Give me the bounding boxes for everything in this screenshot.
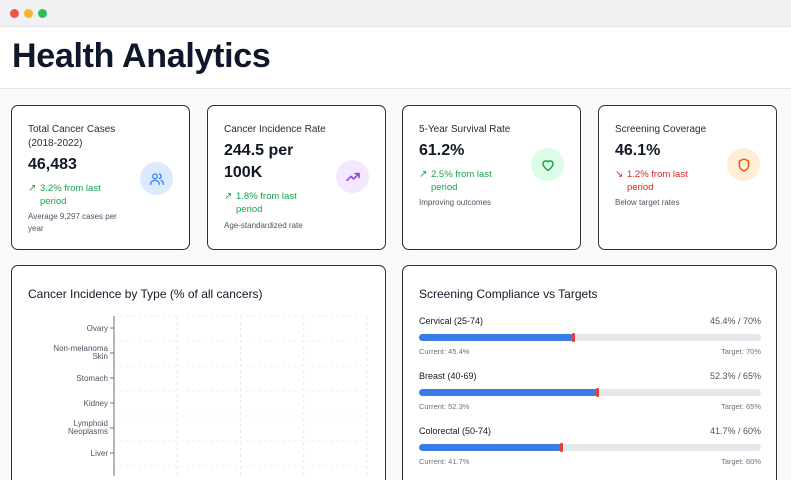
progress-fill: [419, 334, 575, 341]
stat-value: 46,483: [28, 156, 77, 173]
window-title-bar: [0, 0, 791, 27]
compliance-name: Cervical (25-74): [419, 316, 484, 326]
panel-title: Screening Compliance vs Targets: [419, 287, 598, 301]
stat-label: Screening Coverage: [615, 124, 707, 135]
stat-value: 61.2%: [419, 142, 465, 159]
target-label: Target: 65%: [720, 402, 761, 411]
compliance-value: 41.7% / 60%: [709, 426, 761, 436]
stat-trend: ↗ 1.8% from last period: [224, 190, 324, 216]
screening-compliance-panel: Screening Compliance vs Targets Cervical…: [402, 265, 777, 480]
progress-track: [419, 333, 761, 342]
stat-trend: ↗ 3.2% from last period: [28, 182, 128, 208]
stat-trend: ↗ 2.5% from last period: [419, 168, 519, 194]
target-label: Target: 60%: [720, 457, 761, 466]
category-label: Ovary: [87, 324, 108, 333]
stat-card-screening-coverage: Screening Coverage 46.1% ↘ 1.2% from las…: [598, 105, 777, 250]
incidence-bar-chart: Ovary Non-melanoma Skin Stomach Kidney Lympho…: [53, 315, 368, 476]
target-label: Target: 70%: [720, 347, 761, 356]
compliance-value: 52.3% / 65%: [709, 371, 761, 381]
heart-icon: [531, 148, 564, 181]
users-icon: [140, 162, 173, 195]
target-marker: [572, 333, 576, 342]
minimize-window-button[interactable]: [24, 9, 33, 18]
maximize-window-button[interactable]: [38, 9, 47, 18]
stat-value: 244.5 per 100K: [224, 142, 294, 181]
trending-up-icon: [336, 160, 369, 193]
current-label: Current: 41.7%: [419, 457, 470, 466]
compliance-row: Colorectal (50-74) 41.7% / 60% Current: …: [419, 426, 761, 466]
progress-track: [419, 388, 761, 397]
compliance-name: Breast (40-69): [419, 371, 477, 381]
dashboard-content: Total Cancer Cases (2018-2022) 46,483 ↗ …: [0, 89, 791, 480]
compliance-value: 45.4% / 70%: [709, 316, 761, 326]
category-label: Kidney: [84, 399, 108, 408]
progress-fill: [419, 444, 562, 451]
target-marker: [559, 443, 563, 452]
category-label: Stomach: [76, 374, 108, 383]
stat-note: Age-standardized rate: [224, 221, 303, 230]
stat-note: Below target rates: [615, 198, 680, 207]
shield-icon: [727, 148, 760, 181]
panel-title: Cancer Incidence by Type (% of all cance…: [28, 287, 263, 301]
trend-down-icon: ↘: [615, 169, 624, 180]
stat-label: Total Cancer Cases (2018-2022): [28, 124, 116, 149]
stat-label: 5-Year Survival Rate: [419, 124, 511, 135]
stat-label: Cancer Incidence Rate: [224, 124, 326, 135]
stat-trend: ↘ 1.2% from last period: [615, 168, 715, 194]
stat-card-total-cases: Total Cancer Cases (2018-2022) 46,483 ↗ …: [11, 105, 190, 250]
stat-trend-text: 3.2% from last period: [40, 183, 101, 207]
category-label: Liver: [91, 449, 109, 458]
stat-value: 46.1%: [615, 142, 661, 159]
stat-trend-text: 2.5% from last period: [431, 169, 492, 193]
category-label: Non-melanoma Skin: [53, 344, 108, 361]
trend-up-icon: ↗: [419, 169, 428, 180]
compliance-row: Breast (40-69) 52.3% / 65% Current: 52.3…: [419, 371, 761, 411]
stat-trend-text: 1.2% from last period: [627, 169, 688, 193]
incidence-by-type-panel: Cancer Incidence by Type (% of all cance…: [11, 265, 386, 480]
trend-up-icon: ↗: [28, 183, 37, 194]
category-label: Lymphoid Neoplasms: [68, 419, 108, 436]
progress-fill: [419, 389, 598, 396]
page-title: Health Analytics: [12, 37, 271, 75]
current-label: Current: 52.3%: [419, 402, 470, 411]
stat-note: Average 9,297 cases per year: [28, 212, 117, 233]
target-marker: [595, 388, 599, 397]
progress-track: [419, 443, 761, 452]
compliance-name: Colorectal (50-74): [419, 426, 492, 436]
stat-card-incidence-rate: Cancer Incidence Rate 244.5 per 100K ↗ 1…: [207, 105, 386, 250]
close-window-button[interactable]: [10, 9, 19, 18]
compliance-row: Cervical (25-74) 45.4% / 70% Current: 45…: [419, 316, 761, 356]
trend-up-icon: ↗: [224, 191, 233, 202]
stat-note: Improving outcomes: [419, 198, 492, 207]
page-header: Health Analytics: [0, 27, 791, 89]
current-label: Current: 45.4%: [419, 347, 470, 356]
stat-trend-text: 1.8% from last period: [236, 191, 297, 215]
stat-card-survival-rate: 5-Year Survival Rate 61.2% ↗ 2.5% from l…: [402, 105, 581, 250]
